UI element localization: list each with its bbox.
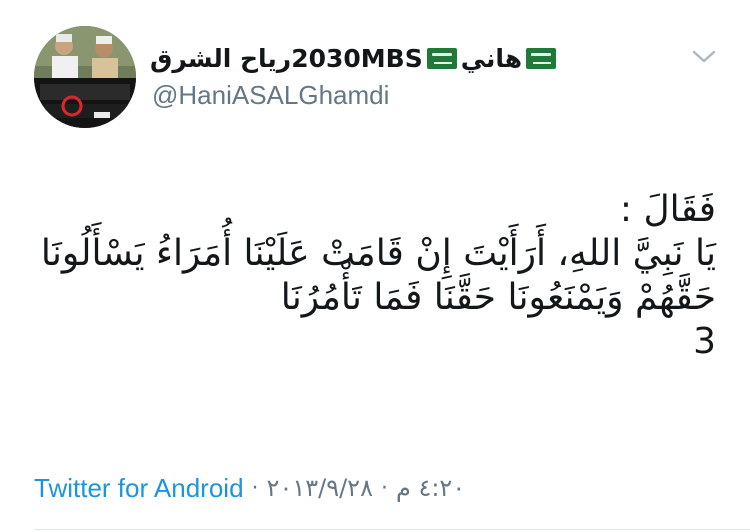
display-name-part: هاني	[460, 43, 523, 73]
tweet-text-line: 3	[693, 321, 716, 362]
source-link[interactable]: Twitter for Android	[34, 473, 244, 504]
user-handle[interactable]: @HaniASALGhamdi	[152, 80, 389, 111]
separator: ·	[380, 475, 388, 501]
tweet-text-line: يَا نَبِيَّ اللهِ، أَرَأَيْتَ إِنْ قَامَ…	[40, 233, 716, 274]
tweet-card: رياح الشرق 2030MBS هاني @HaniASALGhamdi …	[0, 0, 750, 532]
display-name[interactable]: رياح الشرق 2030MBS هاني	[150, 40, 590, 76]
divider	[34, 529, 750, 530]
avatar[interactable]	[34, 26, 136, 128]
tweet-time[interactable]: ٤:٢٠ م	[396, 474, 465, 502]
tweet-text: فَقَالَ : يَا نَبِيَّ اللهِ، أَرَأَيْتَ …	[26, 188, 716, 364]
saudi-flag-icon	[526, 47, 557, 69]
separator: ·	[251, 475, 259, 501]
tweet-date[interactable]: ٢٠١٣/٩/٢٨	[267, 474, 373, 502]
avatar-photo	[34, 26, 136, 128]
tweet-text-line: حَقَّهُمْ وَيَمْنَعُونَا حَقَّنَا فَمَا …	[280, 277, 716, 318]
display-name-part: رياح الشرق	[150, 43, 292, 73]
chevron-down-icon[interactable]	[690, 46, 718, 66]
saudi-flag-icon	[426, 47, 457, 69]
tweet-text-line: فَقَالَ :	[619, 189, 716, 230]
tweet-footer: Twitter for Android · ٢٠١٣/٩/٢٨ · ٤:٢٠ م	[34, 471, 465, 505]
display-name-part: 2030MBS	[291, 43, 423, 73]
